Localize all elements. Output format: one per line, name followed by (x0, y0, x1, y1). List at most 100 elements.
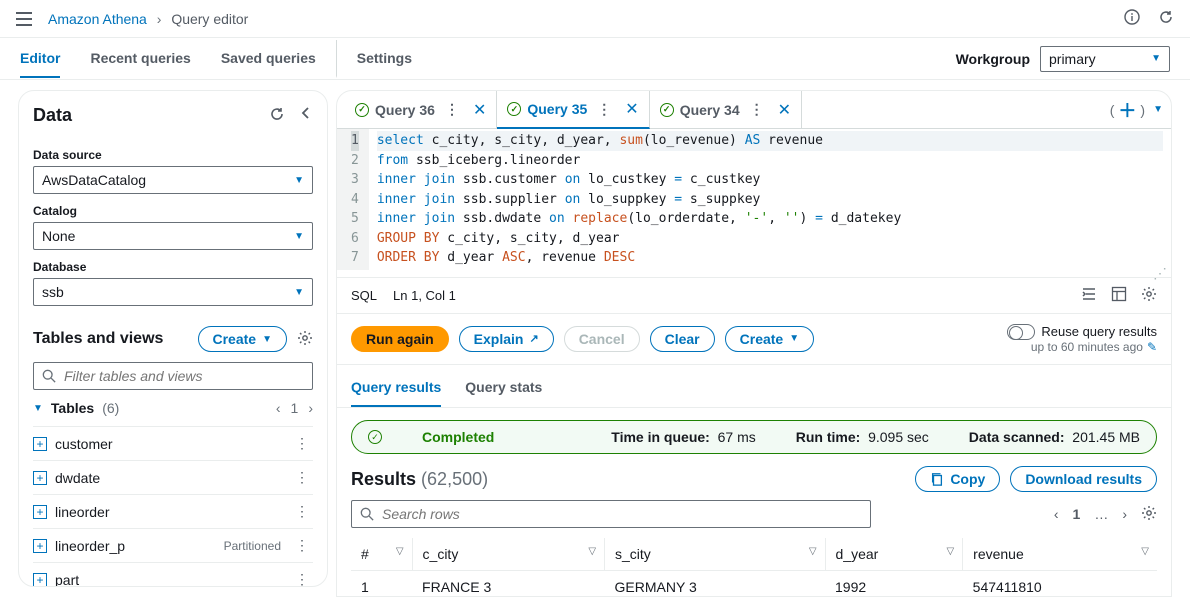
topbar-actions (1110, 9, 1174, 28)
workgroup-select[interactable]: primary ▼ (1040, 46, 1170, 72)
next-page-icon[interactable]: › (308, 400, 313, 416)
query-tab[interactable]: ✓Query 34⋮✕ (650, 91, 802, 128)
refresh-icon[interactable] (1144, 12, 1174, 28)
copy-button[interactable]: Copy (915, 466, 1000, 492)
expand-icon[interactable]: + (33, 437, 47, 451)
gear-icon[interactable] (1141, 286, 1157, 305)
breadcrumb-page: Query editor (171, 11, 248, 27)
check-circle-icon: ✓ (355, 103, 369, 117)
kebab-icon[interactable]: ⋮ (291, 435, 313, 452)
close-icon[interactable]: ✕ (625, 99, 638, 119)
next-page-icon[interactable]: › (1122, 506, 1127, 522)
tab-saved-queries[interactable]: Saved queries (221, 40, 316, 78)
caret-down-icon: ▼ (294, 287, 304, 298)
table-cell: 547411810 (963, 571, 1157, 597)
sort-icon[interactable]: ▽ (1141, 546, 1149, 557)
column-label: s_city (615, 546, 651, 562)
query-tab[interactable]: ✓ Query 36 ⋮ ✕ (345, 91, 497, 128)
catalog-select[interactable]: None ▼ (33, 222, 313, 250)
table-cell: GERMANY 3 (605, 571, 826, 597)
sort-icon[interactable]: ▽ (946, 546, 954, 557)
sort-icon[interactable]: ▽ (809, 546, 817, 557)
table-item[interactable]: +customer⋮ (33, 427, 313, 461)
results-page: 1 (1073, 506, 1081, 522)
kebab-icon[interactable]: ⋮ (746, 101, 768, 118)
column-header[interactable]: s_city ▽ (605, 538, 826, 571)
query-tab-label: Query 34 (680, 102, 740, 118)
create-button[interactable]: Create ▼ (198, 326, 288, 352)
search-rows-box[interactable] (351, 500, 871, 528)
prev-page-icon[interactable]: ‹ (1054, 506, 1059, 522)
table-item[interactable]: +lineorder⋮ (33, 495, 313, 529)
kebab-icon[interactable]: ⋮ (593, 101, 615, 118)
workgroup-value: primary (1049, 51, 1096, 67)
sort-icon[interactable]: ▽ (588, 546, 596, 557)
format-icon[interactable] (1081, 286, 1097, 305)
sql-editor[interactable]: 1234567 select c_city, s_city, d_year, s… (337, 129, 1171, 270)
download-results-button[interactable]: Download results (1010, 466, 1157, 492)
gear-icon[interactable] (297, 330, 313, 349)
layout-icon[interactable] (1111, 286, 1127, 305)
tables-count: (6) (102, 400, 119, 416)
tab-menu-caret[interactable]: ▼ (1153, 104, 1163, 115)
info-icon[interactable] (1110, 12, 1144, 28)
table-item[interactable]: +dwdate⋮ (33, 461, 313, 495)
expand-icon[interactable]: + (33, 471, 47, 485)
collapse-icon[interactable] (299, 106, 313, 125)
filter-tables-search[interactable] (33, 362, 313, 390)
tables-tree-header[interactable]: ▼ Tables (6) ‹ 1 › (33, 390, 313, 427)
tab-editor[interactable]: Editor (20, 40, 60, 78)
editor-status-bar: SQL Ln 1, Col 1 (337, 277, 1171, 314)
refresh-icon[interactable] (269, 106, 285, 125)
expand-icon[interactable]: + (33, 573, 47, 587)
expand-icon[interactable]: + (33, 505, 47, 519)
create-dropdown-button[interactable]: Create ▼ (725, 326, 815, 352)
column-header[interactable]: d_year▽ (825, 538, 963, 571)
table-cell: FRANCE 3 (412, 571, 604, 597)
gear-icon[interactable] (1141, 505, 1157, 524)
kebab-icon[interactable]: ⋮ (291, 469, 313, 486)
edit-icon[interactable]: ✎ (1147, 340, 1157, 354)
column-header[interactable]: c_city ▽ (412, 538, 604, 571)
table-cell: 1 (351, 571, 412, 597)
column-label: c_city (423, 546, 459, 562)
tab-settings[interactable]: Settings (336, 40, 412, 78)
breadcrumb-service[interactable]: Amazon Athena (48, 11, 147, 27)
query-tab-label: Query 36 (375, 102, 435, 118)
prev-page-icon[interactable]: ‹ (276, 400, 281, 416)
explain-button[interactable]: Explain ↗ (459, 326, 554, 352)
close-icon[interactable]: ✕ (778, 100, 791, 120)
query-tabs: ✓Query 36⋮✕✓Query 35⋮✕✓Query 34⋮✕ ( ＋ ) … (337, 91, 1171, 129)
add-tab-button[interactable]: ＋ (1118, 97, 1136, 123)
tab-recent-queries[interactable]: Recent queries (90, 40, 190, 78)
run-again-button[interactable]: Run again (351, 326, 449, 352)
clear-button[interactable]: Clear (650, 326, 715, 352)
kebab-icon[interactable]: ⋮ (291, 537, 313, 554)
kebab-icon[interactable]: ⋮ (291, 571, 313, 587)
copy-icon (930, 472, 944, 486)
query-tab[interactable]: ✓Query 35⋮✕ (497, 91, 649, 129)
filter-tables-input[interactable] (64, 368, 304, 384)
search-rows-input[interactable] (382, 506, 862, 522)
column-header[interactable]: #▽ (351, 538, 412, 571)
database-select[interactable]: ssb ▼ (33, 278, 313, 306)
run-toolbar: Run again Explain ↗ Cancel Clear Create … (337, 314, 1171, 366)
menu-icon[interactable] (16, 12, 32, 26)
table-item[interactable]: +part⋮ (33, 563, 313, 587)
column-header[interactable]: revenue▽ (963, 538, 1157, 571)
tab-query-stats[interactable]: Query stats (465, 369, 542, 407)
data-source-select[interactable]: AwsDataCatalog ▼ (33, 166, 313, 194)
sort-icon[interactable]: ▽ (396, 546, 404, 557)
table-item[interactable]: +lineorder_pPartitioned⋮ (33, 529, 313, 563)
expand-icon[interactable]: + (33, 539, 47, 553)
kebab-icon[interactable]: ⋮ (291, 503, 313, 520)
code-content[interactable]: select c_city, s_city, d_year, sum(lo_re… (369, 129, 1171, 270)
close-icon[interactable]: ✕ (473, 100, 486, 120)
resize-handle-icon[interactable]: ⋰ (337, 270, 1171, 277)
tab-query-results[interactable]: Query results (351, 369, 441, 407)
kebab-icon[interactable]: ⋮ (441, 101, 463, 118)
table-row[interactable]: 1FRANCE 3GERMANY 31992547411810 (351, 571, 1157, 597)
editor-cursor-pos: Ln 1, Col 1 (393, 288, 456, 303)
reuse-sub-label: up to 60 minutes ago (1031, 340, 1143, 354)
reuse-results-toggle[interactable] (1007, 324, 1035, 340)
